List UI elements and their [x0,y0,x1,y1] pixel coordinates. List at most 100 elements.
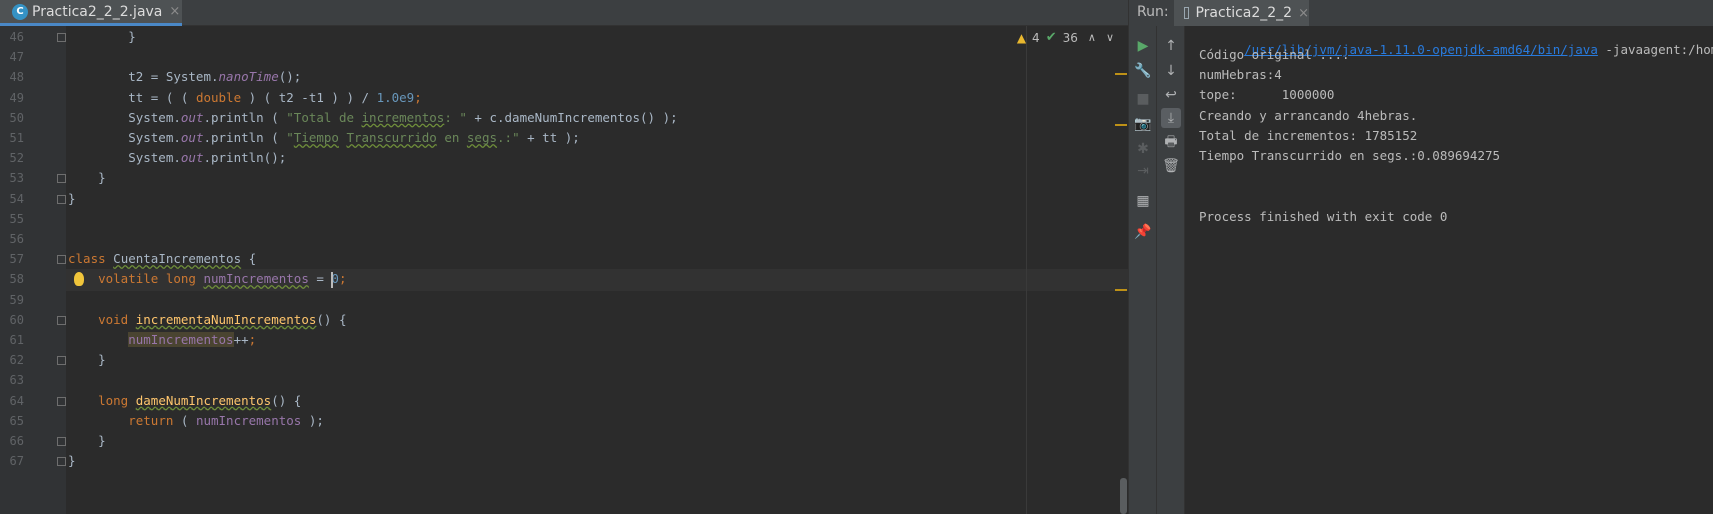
bug-icon[interactable]: ✱ [1133,139,1153,159]
code-token: () { [271,392,302,408]
code-token: double [195,89,242,105]
line-number[interactable]: 63 [0,373,24,387]
run-tab-close-icon[interactable]: × [1298,6,1309,21]
line-number[interactable]: 65 [0,414,24,428]
pin-icon[interactable]: 📌 [1133,222,1153,242]
code-line[interactable]: System.out.println ( "Tiempo Transcurrid… [68,130,580,145]
code-editor[interactable]: C Practica2_2_2.java × 46 47 48 49 50 51 52 53 5… [0,0,1128,514]
stop-icon[interactable]: ■ [1133,89,1153,109]
code-token: long [98,392,129,408]
line-gutter[interactable]: 46 47 48 49 50 51 52 53 54 55 56 57 58 59 60 61 62 63 64 65… [0,26,66,514]
code-token: out [180,109,204,125]
next-highlight-icon[interactable]: ∨ [1106,31,1114,44]
layout-icon[interactable]: ▦ [1133,191,1153,211]
code-line[interactable]: } [68,191,76,206]
code-token: tt = ( ( [68,89,196,105]
code-line[interactable]: return ( numIncrementos ); [68,413,324,428]
fold-marker-icon[interactable] [57,255,66,265]
code-line[interactable]: } [68,453,76,468]
camera-icon[interactable]: 📷 [1133,114,1153,134]
arrow-up-icon[interactable]: ↑ [1161,36,1181,56]
line-number[interactable]: 53 [0,171,24,185]
console-output[interactable]: /usr/lib/jvm/java-1.11.0-openjdk-amd64/b… [1187,26,1713,514]
code-line[interactable]: } [68,352,106,367]
code-line[interactable]: } [68,170,106,185]
run-header: Run: Practica2_2_2 × [1129,0,1713,26]
code-token: volatile long [98,271,196,287]
line-number[interactable]: 61 [0,333,24,347]
code-token: numIncrementos [128,332,234,347]
print-icon[interactable]: 🖶 [1161,133,1181,153]
code-token: System. [68,150,181,166]
tab-close-icon[interactable]: × [169,4,180,19]
fold-marker-icon[interactable] [57,356,66,366]
code-line[interactable]: System.out.println(); [68,150,286,165]
line-number[interactable]: 60 [0,313,24,327]
code-token: numIncrementos [195,412,302,428]
inspection-widget[interactable]: ▲ 4 ✔ 36 ∧ ∨ [1017,30,1114,45]
code-line[interactable]: } [68,433,106,448]
line-number[interactable]: 51 [0,131,24,145]
line-number[interactable]: 50 [0,111,24,125]
line-number[interactable]: 46 [0,30,24,44]
fold-marker-icon[interactable] [57,174,66,184]
fold-marker-icon[interactable] [57,457,66,467]
code-line[interactable]: System.out.println ( "Total de increment… [68,109,677,125]
code-line[interactable]: class CuentaIncrementos { [68,251,256,266]
code-token: ++ [233,332,249,347]
fold-marker-icon[interactable] [57,194,66,204]
line-number[interactable]: 67 [0,454,24,468]
wrench-icon[interactable]: 🔧 [1133,61,1153,81]
line-number[interactable]: 58 [0,272,24,286]
line-number[interactable]: 59 [0,293,24,307]
code-area[interactable]: } t2 = System.nanoTime(); tt = ( ( doubl… [66,26,1128,514]
fold-marker-icon[interactable] [57,33,66,42]
fold-marker-icon[interactable] [57,315,66,325]
code-token: } [68,453,76,469]
editor-scrollbar[interactable] [1120,478,1127,514]
code-token: .println(); [203,150,287,166]
code-line[interactable]: long dameNumIncrementos() { [68,393,301,408]
console-line: Total de incrementos: 1785152 [1199,127,1418,143]
code-line[interactable]: numIncrementos++; [68,332,256,347]
tab-practica2-2-2-java[interactable]: C Practica2_2_2.java × [0,0,182,26]
soft-wrap-icon[interactable]: ↩ [1161,85,1181,105]
fold-marker-icon[interactable] [57,396,66,406]
lightbulb-icon[interactable] [74,272,84,287]
typo-count: 36 [1062,30,1078,45]
code-token: 1.0e9 [376,89,415,105]
code-line[interactable]: volatile long numIncrementos = 0; [68,271,346,286]
previous-highlight-icon[interactable]: ∧ [1088,31,1096,44]
rerun-icon[interactable]: ▶ [1133,36,1153,56]
arrow-down-icon[interactable]: ↓ [1161,61,1181,81]
line-number[interactable]: 56 [0,232,24,246]
run-tab-practica2-2-2[interactable]: Practica2_2_2 × [1174,0,1309,26]
line-number[interactable]: 66 [0,434,24,448]
code-token: dameNumIncrementos [135,392,272,408]
line-number[interactable]: 55 [0,212,24,226]
code-line[interactable]: tt = ( ( double ) ( t2 -t1 ) ) / 1.0e9; [68,90,422,105]
code-line[interactable]: void incrementaNumIncrementos() { [68,312,346,327]
fold-marker-icon[interactable] [57,437,66,446]
trash-icon[interactable]: 🗑 [1161,156,1181,176]
line-number[interactable]: 64 [0,394,24,408]
exit-icon[interactable]: ⇥ [1133,161,1153,181]
code-token: ) ( t2 -t1 ) ) / [241,89,377,105]
error-stripe-mark[interactable] [1115,73,1127,75]
line-number[interactable]: 47 [0,50,24,64]
line-number[interactable]: 48 [0,70,24,84]
line-number[interactable]: 54 [0,192,24,206]
line-number[interactable]: 52 [0,151,24,165]
line-number[interactable]: 49 [0,91,24,105]
error-stripe-mark[interactable] [1115,289,1127,291]
code-token: .println ( [203,109,287,125]
scroll-to-end-icon[interactable]: ⤓ [1161,108,1181,128]
error-stripe-mark[interactable] [1115,124,1127,126]
code-line[interactable]: } [68,29,136,44]
line-number[interactable]: 57 [0,252,24,266]
line-number[interactable]: 62 [0,353,24,367]
code-line[interactable]: t2 = System.nanoTime(); [68,69,301,84]
